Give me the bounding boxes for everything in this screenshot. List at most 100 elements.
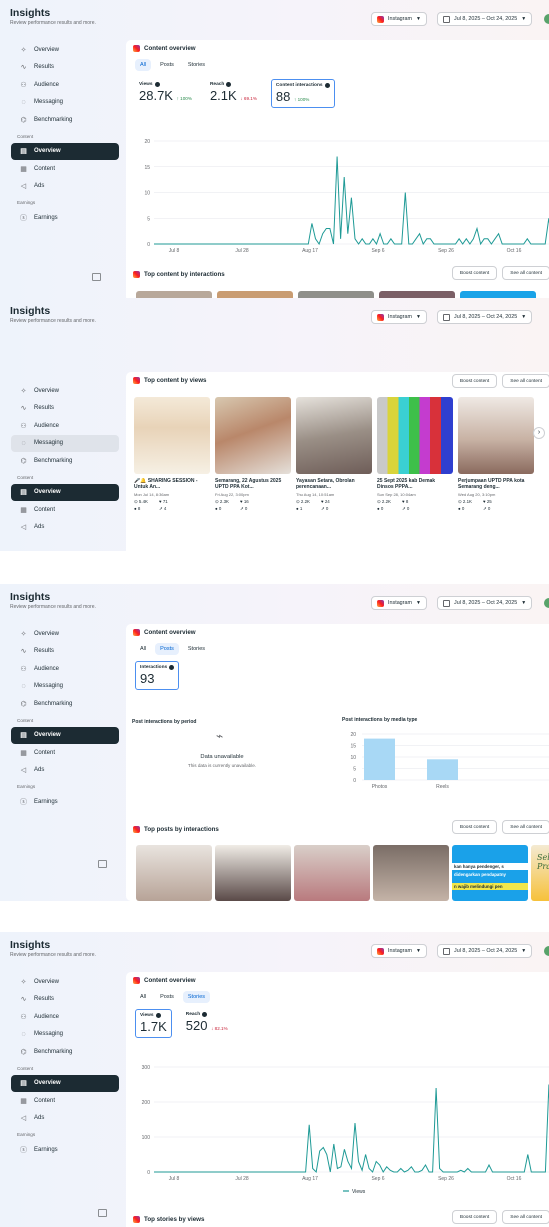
page-title: Insights — [10, 939, 51, 951]
panel-title: Content overview — [126, 624, 549, 641]
date-range-picker[interactable]: Jul 8, 2025 – Oct 24, 2025 ▼ — [437, 944, 533, 958]
sidebar-item-results[interactable]: ∿ Results — [11, 643, 119, 661]
y-tick-label: 15 — [350, 744, 356, 750]
sidebar-item-content-overview[interactable]: ▤ Overview — [11, 483, 119, 501]
metric-reach[interactable]: Reach 520 ↓ 82.1% — [182, 1009, 232, 1038]
sidebar-item-ads[interactable]: ◁ Ads — [11, 1110, 119, 1128]
tab-stories[interactable]: Stories — [183, 59, 210, 71]
see-all-content-button[interactable]: See all content — [502, 266, 549, 280]
sidebar-item-results[interactable]: ∿ Results — [11, 59, 119, 77]
tab-all[interactable]: All — [135, 59, 152, 71]
sidebar-item-audience[interactable]: ⚇ Audience — [11, 76, 119, 94]
boost-content-button[interactable]: Boost content — [451, 1210, 498, 1224]
media-type-bar-chart: Post interactions by media type 0 5 10 15 20 P… — [342, 717, 549, 790]
page-subtitle: Review performance results and more. — [10, 20, 96, 26]
benchmark-icon: ⌬ — [20, 457, 27, 465]
sidebar-item-content-overview[interactable]: ▤ Overview — [11, 1074, 119, 1092]
boost-content-button[interactable]: Boost content — [451, 374, 498, 388]
sidebar-item-earnings[interactable]: ⓢ Earnings — [11, 793, 119, 811]
tab-all[interactable]: All — [135, 643, 151, 655]
metric-content-interactions[interactable]: Content interactions 88 ↑ 100% — [270, 79, 335, 108]
see-all-content-button[interactable]: See all content — [502, 1210, 549, 1224]
content-thumbnail[interactable]: Selamat Hari Pramuka — [531, 845, 549, 901]
page-title: Insights — [10, 305, 51, 317]
platform-selector[interactable]: Instagram ▼ — [371, 944, 427, 958]
avatar[interactable] — [544, 14, 549, 24]
content-thumbnail[interactable] — [373, 845, 449, 901]
sidebar-item-content[interactable]: ▦ Content — [11, 1092, 119, 1110]
sidebar-item-overview[interactable]: ✧ Overview — [11, 382, 119, 400]
sidebar-item-messaging[interactable]: ◌ Messaging — [11, 678, 119, 696]
next-arrow-icon[interactable]: › — [533, 427, 545, 439]
sidebar-item-content-overview[interactable]: ▤ Overview — [11, 726, 119, 744]
tab-all[interactable]: All — [135, 991, 151, 1003]
tab-posts[interactable]: Posts — [155, 643, 179, 655]
collapse-sidebar-icon[interactable] — [98, 1209, 107, 1217]
sidebar-item-benchmarking[interactable]: ⌬ Benchmarking — [11, 452, 119, 470]
sidebar-item-content[interactable]: ▦ Content — [11, 501, 119, 519]
sidebar-item-earnings[interactable]: ⓢ Earnings — [11, 209, 119, 227]
avatar[interactable] — [544, 598, 549, 608]
sidebar-item-audience[interactable]: ⚇ Audience — [11, 417, 119, 435]
sidebar-item-benchmarking[interactable]: ⌬ Benchmarking — [11, 111, 119, 129]
sidebar-item-results[interactable]: ∿ Results — [11, 400, 119, 418]
trend-icon: ∿ — [20, 64, 27, 72]
benchmark-icon: ⌬ — [20, 700, 27, 708]
overview-icon: ▤ — [20, 148, 27, 156]
metric-views[interactable]: Views 1.7K — [135, 1009, 172, 1038]
tab-stories[interactable]: Stories — [182, 991, 211, 1003]
content-thumbnail[interactable]: kan hanya pendenger, s didengarkan penda… — [452, 845, 528, 901]
sidebar-item-overview[interactable]: ✧ Overview — [11, 625, 119, 643]
sidebar-item-audience[interactable]: ⚇ Audience — [11, 1008, 119, 1026]
tab-stories[interactable]: Stories — [183, 643, 210, 655]
sidebar-item-benchmarking[interactable]: ⌬ Benchmarking — [11, 695, 119, 713]
see-all-content-button[interactable]: See all content — [502, 820, 549, 834]
platform-selector[interactable]: Instagram ▼ — [371, 310, 427, 324]
date-range-picker[interactable]: Jul 8, 2025 – Oct 24, 2025 ▼ — [437, 12, 533, 26]
collapse-sidebar-icon[interactable] — [92, 273, 101, 281]
sidebar-item-overview[interactable]: ✧ Overview — [11, 41, 119, 59]
sidebar-item-content[interactable]: ▦ Content — [11, 160, 119, 178]
boost-content-button[interactable]: Boost content — [451, 266, 498, 280]
trend-icon: ∿ — [20, 405, 27, 413]
sidebar-item-content-overview[interactable]: ▤ Overview — [11, 142, 119, 160]
platform-selector[interactable]: Instagram ▼ — [371, 596, 427, 610]
sidebar-item-messaging[interactable]: ◌ Messaging — [11, 94, 119, 112]
avatar[interactable] — [544, 946, 549, 956]
platform-selector[interactable]: Instagram ▼ — [371, 12, 427, 26]
sidebar-item-messaging[interactable]: ◌ Messaging — [11, 434, 119, 452]
content-thumbnail[interactable] — [215, 845, 291, 901]
sidebar-item-ads[interactable]: ◁ Ads — [11, 178, 119, 196]
collapse-sidebar-icon[interactable] — [98, 860, 107, 868]
date-range-picker[interactable]: Jul 8, 2025 – Oct 24, 2025 ▼ — [437, 310, 533, 324]
y-tick-label: 20 — [350, 732, 356, 738]
see-all-content-button[interactable]: See all content — [502, 374, 549, 388]
sidebar-item-ads[interactable]: ◁ Ads — [11, 519, 119, 537]
sidebar-item-benchmarking[interactable]: ⌬ Benchmarking — [11, 1043, 119, 1061]
content-card[interactable]: Yayasan Setara, Obrolan perencanaan... T… — [296, 397, 372, 512]
sidebar-item-earnings[interactable]: ⓢ Earnings — [11, 1141, 119, 1159]
content-card[interactable]: Perjumpaan UPTD PPA kota Semarang deng..… — [458, 397, 534, 512]
sidebar-item-messaging[interactable]: ◌ Messaging — [11, 1026, 119, 1044]
content-thumbnail[interactable] — [136, 845, 212, 901]
sidebar-item-results[interactable]: ∿ Results — [11, 991, 119, 1009]
content-card[interactable]: Semarang, 22 Agustus 2025 UPTD PPA Kot..… — [215, 397, 291, 512]
metric-interactions[interactable]: Interactions 93 — [135, 661, 180, 690]
info-icon — [226, 82, 232, 87]
tab-posts[interactable]: Posts — [155, 991, 179, 1003]
tab-posts[interactable]: Posts — [155, 59, 179, 71]
sidebar-item-audience[interactable]: ⚇ Audience — [11, 660, 119, 678]
date-range-picker[interactable]: Jul 8, 2025 – Oct 24, 2025 ▼ — [437, 596, 533, 610]
caret-down-icon: ▼ — [415, 600, 421, 606]
content-card[interactable]: 🎤🔔 SHARING SESSION - Untuk An... Mon Jul… — [134, 397, 210, 512]
sidebar-section-content: Content — [17, 1065, 34, 1071]
content-thumbnail[interactable] — [294, 845, 370, 901]
sidebar-item-content[interactable]: ▦ Content — [11, 744, 119, 762]
sidebar-item-overview[interactable]: ✧ Overview — [11, 973, 119, 991]
content-card[interactable]: 25 Sept 2025 kab Demak Dinsos PPPA... Su… — [377, 397, 453, 512]
metric-reach[interactable]: Reach 2.1K ↓ 69.1% — [206, 79, 261, 108]
page-subtitle: Review performance results and more. — [10, 952, 96, 958]
sidebar-item-ads[interactable]: ◁ Ads — [11, 762, 119, 780]
metric-views[interactable]: Views 28.7K ↑ 100% — [135, 79, 196, 108]
boost-content-button[interactable]: Boost content — [451, 820, 498, 834]
